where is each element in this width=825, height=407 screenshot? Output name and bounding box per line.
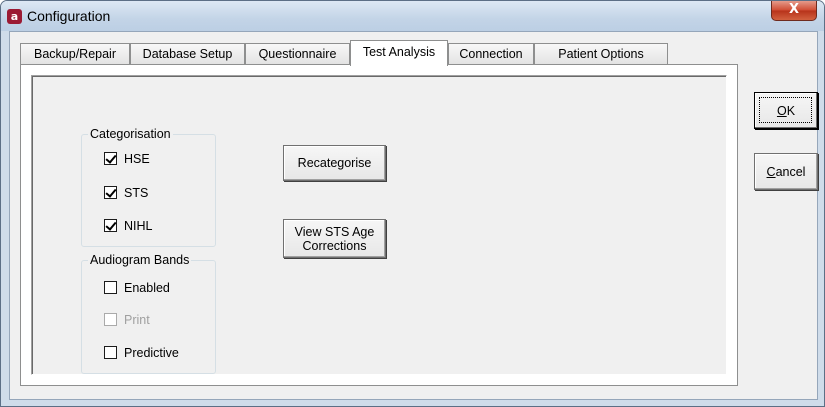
audiogram-bands-groupbox: Audiogram Bands Enabled Print Predictive xyxy=(81,253,216,374)
hse-label: HSE xyxy=(124,151,150,166)
view-sts-age-corrections-button[interactable]: View STS Age Corrections xyxy=(283,219,386,258)
tab-database-setup[interactable]: Database Setup xyxy=(130,43,245,65)
hse-checkbox[interactable]: HSE xyxy=(104,151,150,167)
checkmark-icon xyxy=(104,186,117,200)
tab-backup-repair[interactable]: Backup/Repair xyxy=(20,43,130,65)
print-label: Print xyxy=(124,312,150,327)
nihl-checkbox[interactable]: NIHL xyxy=(104,218,152,234)
sts-checkbox[interactable]: STS xyxy=(104,185,148,201)
categorisation-groupbox: Categorisation HSE STS NIHL xyxy=(81,127,216,247)
title-bar[interactable]: a Configuration X xyxy=(1,1,824,31)
print-checkbox: Print xyxy=(104,312,150,328)
checkbox-empty-icon xyxy=(104,346,117,360)
ok-button[interactable]: OK xyxy=(754,92,818,129)
close-button[interactable]: X xyxy=(771,1,817,21)
focus-ring xyxy=(759,97,812,123)
checkbox-empty-icon xyxy=(104,281,117,295)
app-logo-icon: a xyxy=(7,9,22,24)
tab-patient-options[interactable]: Patient Options xyxy=(534,43,668,65)
tab-connection[interactable]: Connection xyxy=(448,43,534,65)
predictive-label: Predictive xyxy=(124,345,179,360)
predictive-checkbox[interactable]: Predictive xyxy=(104,345,179,361)
cancel-mnemonic: C xyxy=(766,164,776,179)
configuration-window: a Configuration X Backup/Repair Database… xyxy=(0,0,825,407)
window-title: Configuration xyxy=(27,8,111,24)
cancel-label-rest: ancel xyxy=(775,164,806,179)
enabled-label: Enabled xyxy=(124,280,170,295)
cancel-button[interactable]: Cancel xyxy=(754,153,818,190)
checkmark-icon xyxy=(104,219,117,233)
tab-panel-test-analysis: Categorisation HSE STS NIHL Audiogram Ba… xyxy=(20,64,738,386)
view-sts-line1: View STS Age xyxy=(294,224,375,239)
checkbox-empty-icon xyxy=(104,313,117,327)
enabled-checkbox[interactable]: Enabled xyxy=(104,280,170,296)
view-sts-line2: Corrections xyxy=(302,238,367,253)
checkmark-icon xyxy=(104,152,117,166)
test-analysis-content: Categorisation HSE STS NIHL Audiogram Ba… xyxy=(31,75,727,375)
audiogram-bands-title: Audiogram Bands xyxy=(88,253,192,267)
tab-questionnaire[interactable]: Questionnaire xyxy=(245,43,350,65)
nihl-label: NIHL xyxy=(124,218,153,233)
categorisation-title: Categorisation xyxy=(88,127,173,141)
recategorise-button[interactable]: Recategorise xyxy=(283,145,386,181)
tab-test-analysis[interactable]: Test Analysis xyxy=(350,40,448,66)
sts-label: STS xyxy=(124,185,149,200)
